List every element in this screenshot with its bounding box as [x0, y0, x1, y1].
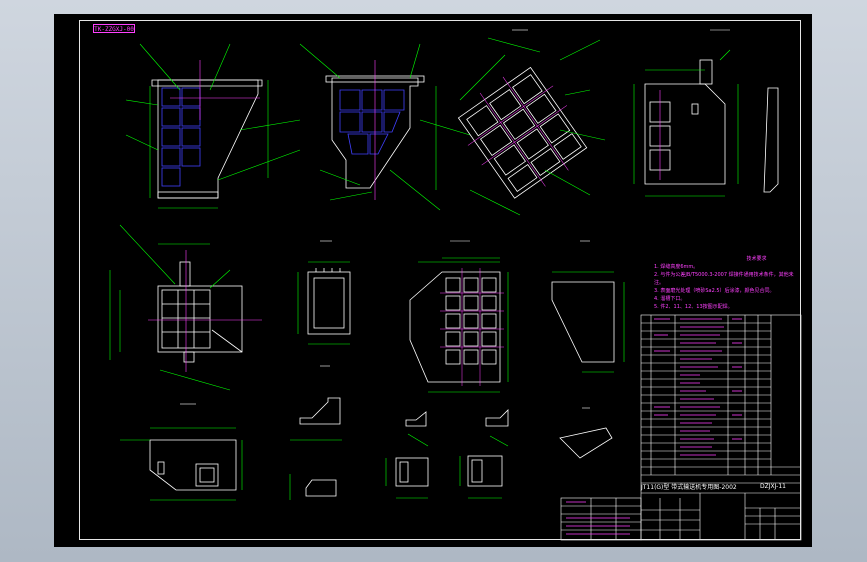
technical-notes: 技术要求 1. 焊缝高度6mm。 2. 与件为公差JB/T5000.3-2007…: [654, 255, 799, 311]
note-line: 3. 表面磨光处理（喷砂Sa2.5）后涂漆，颜色见合同。: [654, 288, 775, 294]
note-line: 4. 溜槽下口。: [654, 296, 686, 302]
title-block-code: DZJXJ-11: [760, 483, 786, 490]
drawing-code-stamp: TK-ZZGXJ-00: [93, 24, 135, 33]
note-line: 1. 焊缝高度6mm。: [654, 264, 699, 270]
note-line: 2. 与件为公差JB/T5000.3-2007 焊接件通用技术条件，其他未注。: [654, 272, 794, 286]
note-line: 5. 件2、11、12、13按图示配焊。: [654, 304, 733, 310]
notes-heading: 技术要求: [746, 256, 767, 262]
